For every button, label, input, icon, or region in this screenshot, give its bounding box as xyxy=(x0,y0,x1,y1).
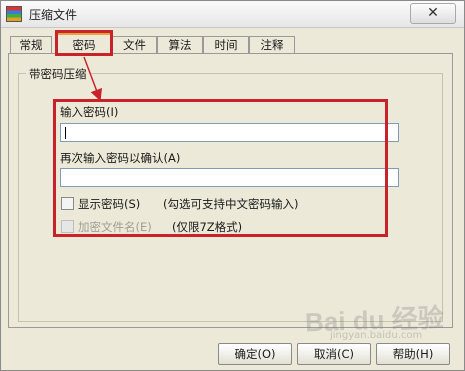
cancel-button[interactable]: 取消(C) xyxy=(297,343,371,365)
tab-time-label: 时间 xyxy=(214,38,238,52)
close-icon: ✕ xyxy=(427,5,439,21)
ok-button[interactable]: 确定(O) xyxy=(218,343,292,365)
title-bar[interactable]: 压缩文件 ✕ xyxy=(1,1,464,28)
tab-algorithm-label: 算法 xyxy=(168,38,192,52)
tab-comment-label: 注释 xyxy=(260,38,284,52)
archive-app-icon xyxy=(6,6,22,22)
tab-files[interactable]: 文件 xyxy=(112,36,157,53)
tab-algorithm[interactable]: 算法 xyxy=(157,36,203,53)
content-highlight-annotation xyxy=(53,99,388,237)
tab-general[interactable]: 常规 xyxy=(10,36,52,53)
tab-highlight-annotation xyxy=(55,30,113,56)
tab-time[interactable]: 时间 xyxy=(203,36,249,53)
tab-comment[interactable]: 注释 xyxy=(249,36,295,53)
tab-general-label: 常规 xyxy=(19,38,43,52)
tab-files-label: 文件 xyxy=(123,38,146,52)
close-button[interactable]: ✕ xyxy=(410,3,456,24)
watermark-url: jingyan.baidu.com xyxy=(330,330,423,341)
group-legend: 带密码压缩 xyxy=(26,66,90,82)
window-title: 压缩文件 xyxy=(29,8,78,22)
help-button[interactable]: 帮助(H) xyxy=(376,343,450,365)
